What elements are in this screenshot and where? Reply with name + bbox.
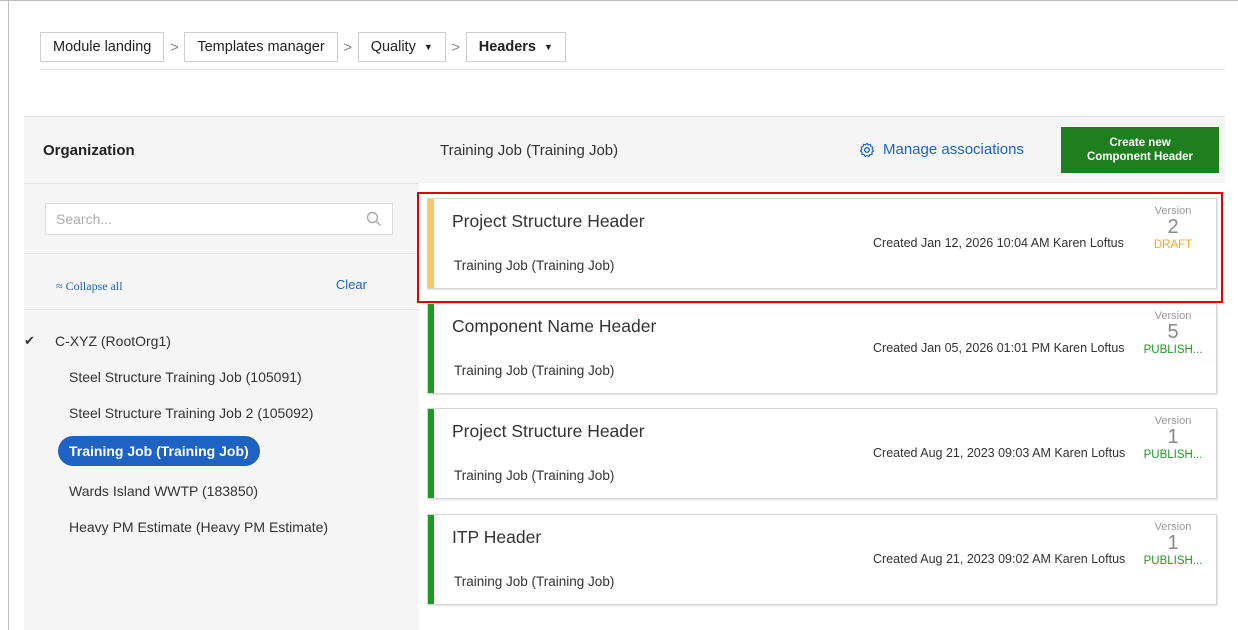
organization-title: Organization	[24, 117, 419, 184]
status-badge: PUBLISH...	[1143, 449, 1203, 461]
card-created-meta: Created Aug 21, 2023 09:02 AM Karen Loft…	[873, 552, 1126, 566]
headers-panel-header: Training Job (Training Job) Manage assoc…	[419, 116, 1225, 183]
breadcrumb-separator: >	[343, 38, 353, 56]
tree-item[interactable]: Steel Structure Training Job (105091)	[69, 369, 302, 385]
caret-down-icon: ▼	[423, 42, 433, 52]
status-bar	[428, 409, 434, 498]
gear-icon	[859, 142, 875, 157]
frame-top-border	[0, 0, 1238, 1]
tree-item[interactable]: Heavy PM Estimate (Heavy PM Estimate)	[69, 519, 328, 535]
divider	[24, 309, 419, 310]
divider	[24, 253, 419, 254]
checkmark-icon[interactable]: ✔	[24, 333, 35, 349]
status-bar	[428, 304, 434, 393]
version-block: Version 1 PUBLISH...	[1138, 415, 1208, 461]
organization-panel: Organization ≈ Collapse all Clear ✔ C-XY…	[24, 116, 419, 630]
breadcrumb-label: Templates manager	[197, 39, 325, 55]
tree-item-label: Training Job (Training Job)	[69, 443, 249, 459]
header-card[interactable]: ITP Header Training Job (Training Job) C…	[427, 514, 1217, 605]
version-number: 1	[1167, 426, 1179, 448]
search-input[interactable]	[56, 211, 336, 227]
card-title: ITP Header	[452, 527, 542, 547]
card-subtitle: Training Job (Training Job)	[454, 363, 615, 378]
card-created-meta: Created Jan 05, 2026 01:01 PM Karen Loft…	[873, 341, 1125, 355]
card-title: Component Name Header	[452, 316, 657, 336]
tree-item-selected[interactable]: Training Job (Training Job)	[58, 436, 260, 466]
collapse-all-link[interactable]: ≈ Collapse all	[56, 279, 123, 294]
breadcrumb-label: Module landing	[53, 39, 152, 55]
card-subtitle: Training Job (Training Job)	[454, 468, 615, 483]
status-badge: PUBLISH...	[1143, 344, 1203, 356]
header-card[interactable]: Component Name Header Training Job (Trai…	[427, 303, 1217, 394]
manage-associations-label: Manage associations	[883, 141, 1024, 158]
version-number: 1	[1167, 532, 1179, 554]
organization-search	[45, 203, 393, 235]
breadcrumb-separator: >	[451, 38, 461, 56]
tree-item[interactable]: Wards Island WWTP (183850)	[69, 483, 258, 499]
search-icon[interactable]	[366, 211, 382, 227]
card-title: Project Structure Header	[452, 421, 645, 441]
breadcrumb-module-landing[interactable]: Module landing	[40, 32, 165, 62]
version-block: Version 5 PUBLISH...	[1138, 310, 1208, 356]
status-badge: PUBLISH...	[1143, 555, 1203, 567]
breadcrumb-label: Quality	[370, 39, 416, 55]
breadcrumb-separator: >	[169, 38, 179, 56]
status-bar	[428, 515, 434, 604]
create-button-line1: Create new	[1109, 137, 1171, 149]
header-card[interactable]: Project Structure Header Training Job (T…	[427, 408, 1217, 499]
breadcrumb-divider	[40, 69, 1225, 70]
manage-associations-link[interactable]: Manage associations	[859, 141, 1024, 158]
frame-left-border	[8, 0, 9, 630]
tree-item-root[interactable]: C-XYZ (RootOrg1)	[55, 333, 171, 349]
breadcrumb-templates-manager[interactable]: Templates manager	[184, 32, 338, 62]
version-number: 5	[1167, 321, 1179, 343]
breadcrumb-quality-dropdown[interactable]: Quality ▼	[357, 32, 446, 62]
version-block: Version 1 PUBLISH...	[1138, 521, 1208, 567]
tree-item[interactable]: Steel Structure Training Job 2 (105092)	[69, 405, 313, 421]
create-button-line2: Component Header	[1086, 151, 1194, 163]
breadcrumb-label: Headers	[478, 39, 536, 55]
card-created-meta: Created Aug 21, 2023 09:03 AM Karen Loft…	[873, 446, 1126, 460]
breadcrumb: Module landing > Templates manager > Qua…	[40, 32, 566, 62]
selected-org-title: Training Job (Training Job)	[440, 142, 619, 159]
highlight-box	[417, 192, 1223, 303]
breadcrumb-headers-dropdown[interactable]: Headers ▼	[465, 32, 566, 62]
create-component-header-button[interactable]: Create new Component Header	[1061, 127, 1219, 173]
caret-down-icon: ▼	[544, 42, 553, 52]
card-subtitle: Training Job (Training Job)	[454, 574, 615, 589]
clear-link[interactable]: Clear	[336, 277, 367, 292]
